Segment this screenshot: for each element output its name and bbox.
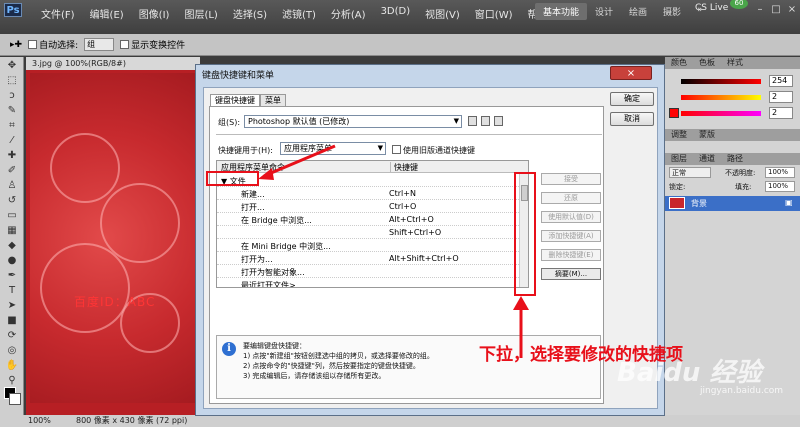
arrow-head <box>258 168 274 180</box>
baidu-watermark: Baidu 经验 <box>617 358 762 388</box>
arrow-head <box>513 296 529 310</box>
baidu-watermark-url: jingyan.baidu.com <box>700 386 784 396</box>
arrow-to-file-group <box>263 144 336 178</box>
